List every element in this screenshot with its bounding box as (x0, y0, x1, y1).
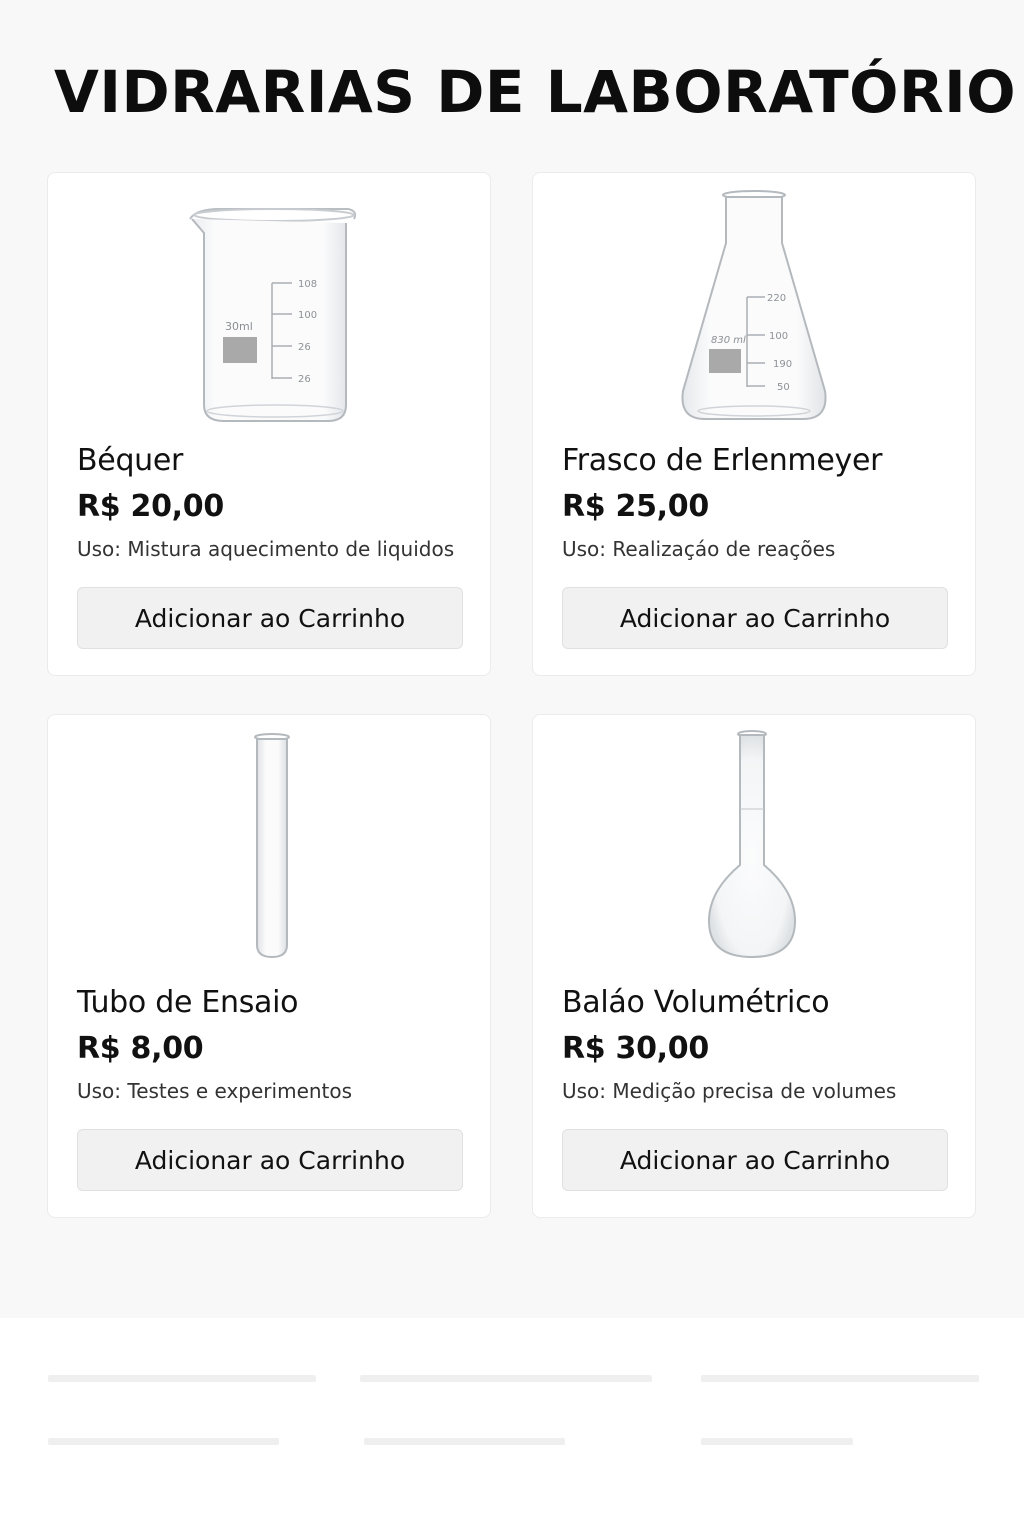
beaker-scale-label: 100 (298, 310, 317, 321)
beaker-scale-label: 26 (298, 342, 311, 353)
erlenmeyer-scale-label: 190 (773, 359, 792, 370)
page-title: VIDRARIAS DE LABORATÓRIO (54, 58, 1017, 126)
erlenmeyer-flask-icon: 220 100 190 50 830 ml (533, 173, 977, 435)
product-name: Tubo de Ensaio (77, 985, 299, 1020)
footer-placeholder-line (360, 1375, 652, 1382)
product-use: Uso: Mistura aquecimento de liquidos (77, 537, 455, 561)
product-price: R$ 25,00 (562, 489, 709, 524)
footer-placeholder-line (48, 1375, 316, 1382)
beaker-volume-label: 30ml (225, 320, 253, 333)
erlenmeyer-scale-label: 100 (769, 331, 788, 342)
add-to-cart-button[interactable]: Adicionar ao Carrinho (562, 1129, 948, 1191)
product-card-bequer: 108 100 26 26 30ml Béquer R$ 20,00 Uso: … (47, 172, 491, 676)
test-tube-icon (48, 715, 492, 977)
beaker-scale-label: 108 (298, 279, 317, 290)
product-name: Frasco de Erlenmeyer (562, 443, 883, 478)
erlenmeyer-scale-label: 50 (777, 382, 790, 393)
product-catalog: VIDRARIAS DE LABORATÓRIO 108 100 26 26 3… (0, 0, 1024, 1318)
product-price: R$ 20,00 (77, 489, 224, 524)
product-card-balao-volumetrico: Baláo Volumétrico R$ 30,00 Uso: Medição … (532, 714, 976, 1218)
beaker-scale-label: 26 (298, 374, 311, 385)
product-use: Uso: Realizaçáo de reações (562, 537, 836, 561)
page: VIDRARIAS DE LABORATÓRIO 108 100 26 26 3… (0, 0, 1024, 1536)
beaker-icon: 108 100 26 26 30ml (48, 173, 492, 435)
add-to-cart-button[interactable]: Adicionar ao Carrinho (77, 1129, 463, 1191)
erlenmeyer-label-patch (709, 349, 741, 373)
add-to-cart-button[interactable]: Adicionar ao Carrinho (562, 587, 948, 649)
add-to-cart-button[interactable]: Adicionar ao Carrinho (77, 587, 463, 649)
product-card-tubo-de-ensaio: Tubo de Ensaio R$ 8,00 Uso: Testes e exp… (47, 714, 491, 1218)
erlenmeyer-volume-label: 830 ml (711, 335, 746, 346)
erlenmeyer-scale-label: 220 (767, 293, 786, 304)
product-name: Béquer (77, 443, 184, 478)
volumetric-flask-icon (533, 715, 977, 977)
product-price: R$ 30,00 (562, 1031, 709, 1066)
product-use: Uso: Testes e experimentos (77, 1079, 353, 1103)
product-use: Uso: Medição precisa de volumes (562, 1079, 897, 1103)
beaker-label-patch (223, 337, 257, 363)
product-card-erlenmeyer: 220 100 190 50 830 ml Frasco de Erlenmey… (532, 172, 976, 676)
footer-placeholder-line (701, 1375, 979, 1382)
footer-placeholder-line (48, 1438, 279, 1445)
product-name: Baláo Volumétrico (562, 985, 830, 1020)
footer-placeholder-line (701, 1438, 853, 1445)
product-price: R$ 8,00 (77, 1031, 204, 1066)
footer-placeholder-line (364, 1438, 565, 1445)
